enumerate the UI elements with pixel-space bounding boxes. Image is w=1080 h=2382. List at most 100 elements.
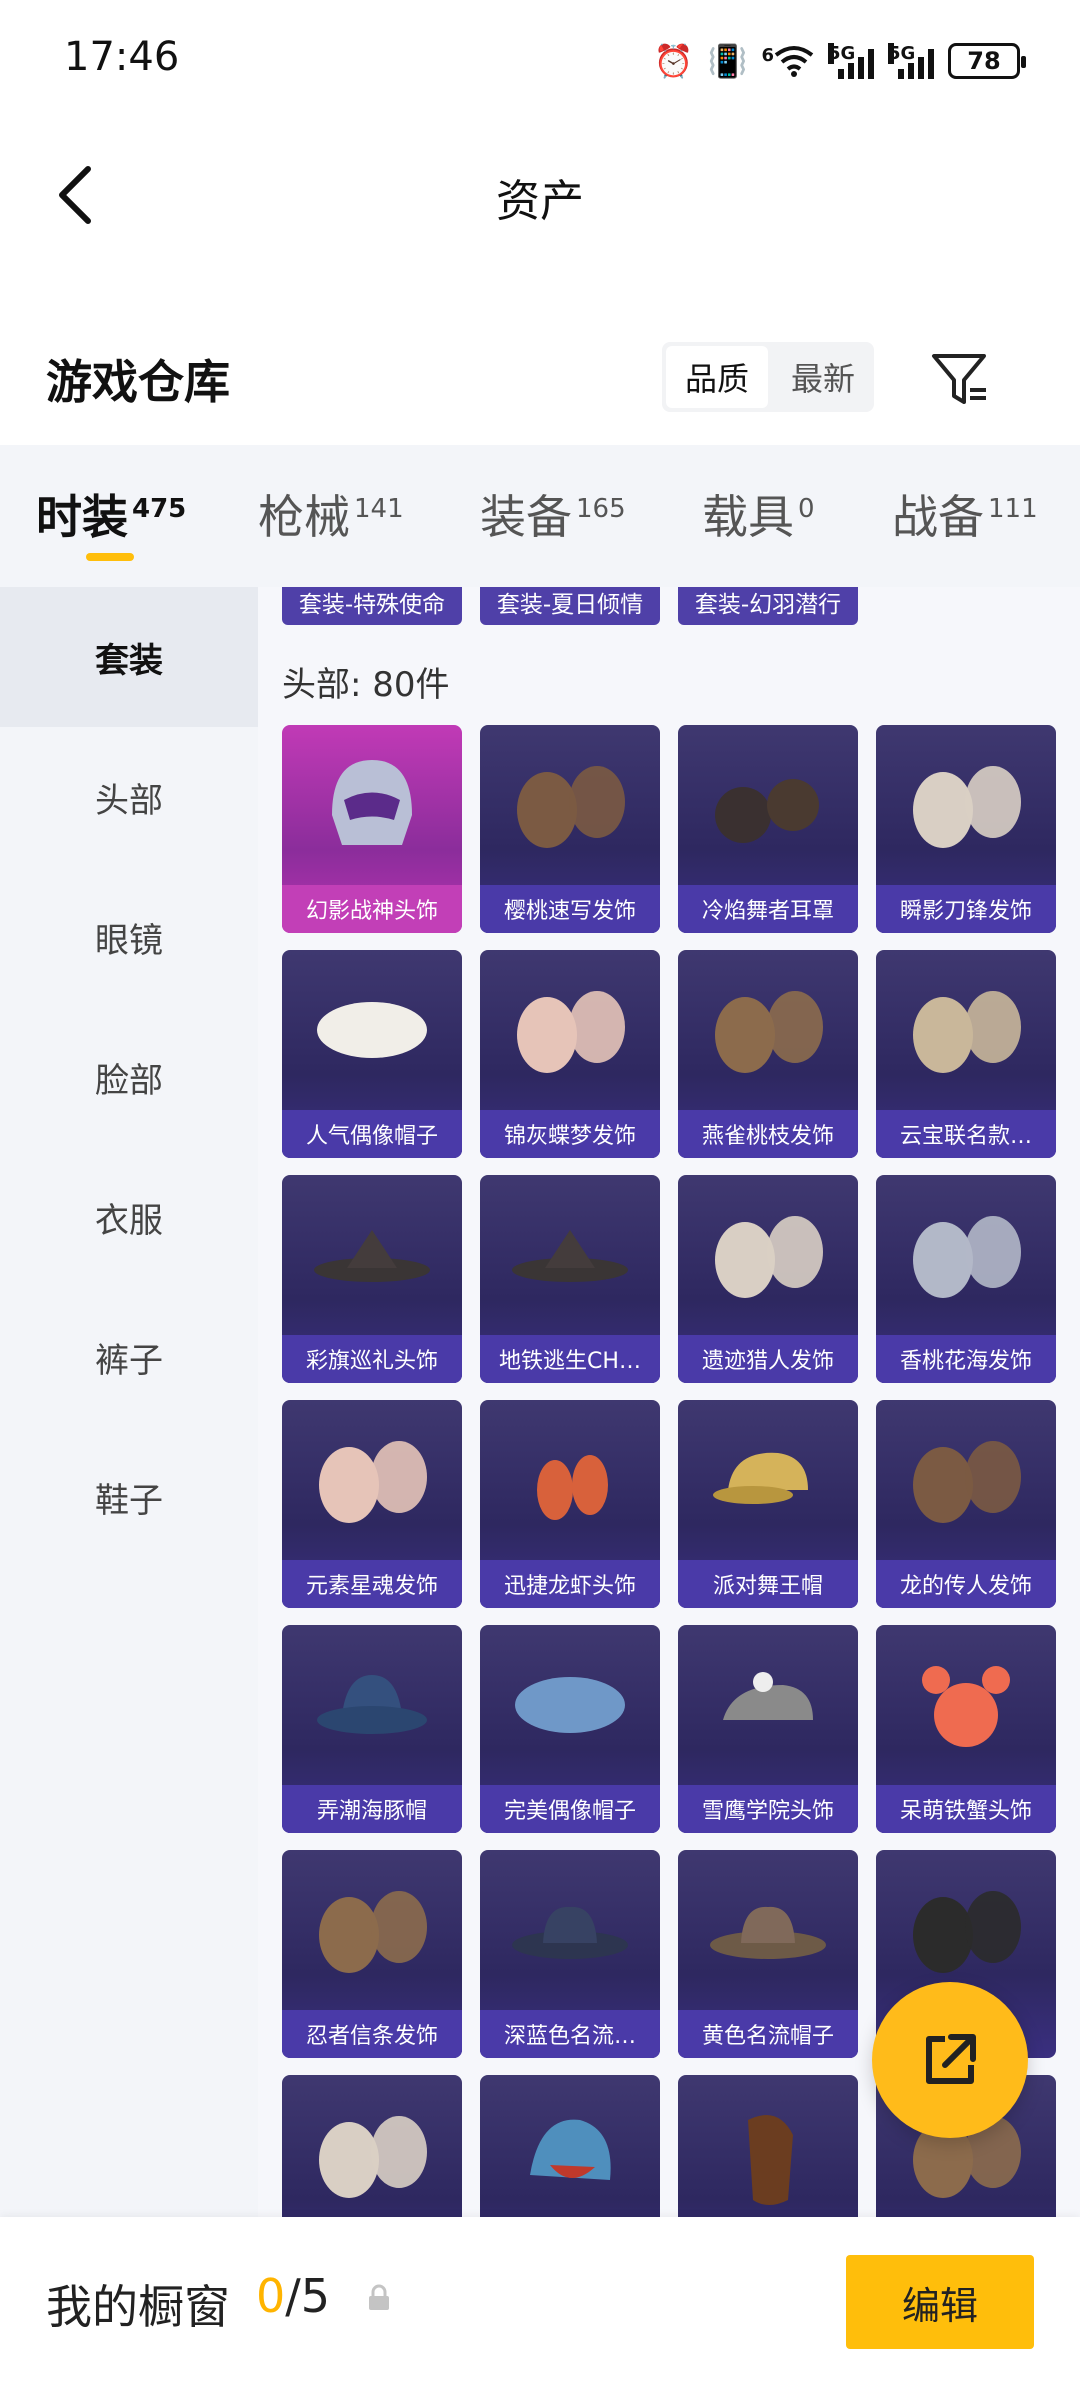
hair-icon	[876, 725, 1056, 885]
active-tab-indicator	[86, 553, 134, 561]
item-name: 呆萌铁蟹头饰	[876, 1785, 1056, 1833]
sort-quality-button[interactable]: 品质	[666, 346, 768, 408]
showcase-count: 0/5	[256, 2269, 330, 2323]
tab-label: 枪械	[258, 490, 350, 544]
beret-icon	[282, 950, 462, 1110]
sort-newest-button[interactable]: 最新	[772, 342, 874, 412]
signal-icon-2: 5G	[888, 43, 934, 79]
item-card[interactable]: 锦灰蝶梦发饰	[480, 950, 660, 1158]
section-title: 游戏仓库	[46, 355, 230, 409]
status-time: 17:46	[64, 34, 180, 80]
item-name: 地铁逃生CH…	[480, 1335, 660, 1383]
item-card[interactable]: 完美偶像帽子	[480, 1625, 660, 1833]
item-name: 雪鹰学院头饰	[678, 1785, 858, 1833]
item-card[interactable]: 幻影战神头饰	[282, 725, 462, 933]
item-name: 燕雀桃枝发饰	[678, 1110, 858, 1158]
hair-icon	[876, 1400, 1056, 1560]
item-card[interactable]	[480, 2075, 660, 2217]
sidebar: 套装 头部 眼镜 脸部 衣服 裤子 鞋子	[0, 587, 258, 2217]
beret-icon	[480, 1625, 660, 1785]
sidebar-item-pants[interactable]: 裤子	[0, 1287, 258, 1427]
hair-icon	[876, 1175, 1056, 1335]
hair-icon	[678, 1175, 858, 1335]
item-card[interactable]: 黄色名流帽子	[678, 1850, 858, 2058]
hair-icon	[678, 950, 858, 1110]
lock-icon	[369, 2284, 389, 2310]
tab-label: 时装	[36, 490, 128, 544]
tab-fashion[interactable]: 时装 475	[36, 481, 186, 547]
suit-chip[interactable]: 套装-特殊使命	[282, 587, 462, 625]
item-card[interactable]: 樱桃速写发饰	[480, 725, 660, 933]
section-header: 游戏仓库 品质 最新	[0, 320, 1080, 440]
item-card[interactable]: 云宝联名款…	[876, 950, 1056, 1158]
fedora-icon	[678, 1850, 858, 2010]
item-card[interactable]: 呆萌铁蟹头饰	[876, 1625, 1056, 1833]
network-type-label: 5G	[888, 43, 916, 64]
item-card[interactable]: 燕雀桃枝发饰	[678, 950, 858, 1158]
item-name: 元素星魂发饰	[282, 1560, 462, 1608]
item-card[interactable]: 人气偶像帽子	[282, 950, 462, 1158]
tab-label: 战备	[892, 490, 984, 544]
suit-chip[interactable]: 套装-幻羽潜行	[678, 587, 858, 625]
item-name: 迅捷龙虾头饰	[480, 1560, 660, 1608]
crab-icon	[876, 1625, 1056, 1785]
tab-count: 475	[132, 493, 187, 524]
item-name: 香桃花海发饰	[876, 1335, 1056, 1383]
item-card[interactable]	[282, 2075, 462, 2217]
page-title: 资产	[496, 176, 584, 227]
item-card[interactable]: 龙的传人发饰	[876, 1400, 1056, 1608]
filter-button[interactable]	[924, 344, 994, 414]
network-type-label: 5G	[828, 43, 856, 64]
item-name: 幻影战神头饰	[282, 885, 462, 933]
sidebar-item-head[interactable]: 头部	[0, 727, 258, 867]
sidebar-item-face[interactable]: 脸部	[0, 1007, 258, 1147]
item-name: 瞬影刀锋发饰	[876, 885, 1056, 933]
category-tabs: 时装 475 枪械 141 装备 165 载具 0 战备 111	[0, 445, 1080, 587]
tab-count: 111	[988, 493, 1038, 524]
item-card[interactable]: 派对舞王帽	[678, 1400, 858, 1608]
signal-icon-1: 5G	[828, 43, 874, 79]
item-card[interactable]: 冷焰舞者耳罩	[678, 725, 858, 933]
tab-supplies[interactable]: 战备 111	[892, 481, 1038, 547]
item-name: 龙的传人发饰	[876, 1560, 1056, 1608]
tab-equipment[interactable]: 装备 165	[480, 481, 626, 547]
sort-toggle: 品质 最新	[662, 342, 874, 412]
sidebar-item-clothes[interactable]: 衣服	[0, 1147, 258, 1287]
status-bar: 17:46 ⏰ 📳 6 5G 5G 78	[0, 0, 1080, 125]
item-card[interactable]: 香桃花海发饰	[876, 1175, 1056, 1383]
sidebar-item-glasses[interactable]: 眼镜	[0, 867, 258, 1007]
item-card[interactable]: 瞬影刀锋发饰	[876, 725, 1056, 933]
item-card[interactable]: 弄潮海豚帽	[282, 1625, 462, 1833]
hair-icon	[480, 725, 660, 885]
sidebar-item-suit[interactable]: 套装	[0, 587, 258, 727]
item-card[interactable]: 雪鹰学院头饰	[678, 1625, 858, 1833]
item-card[interactable]: 地铁逃生CH…	[480, 1175, 660, 1383]
cap-icon	[678, 1400, 858, 1560]
hair-icon	[480, 950, 660, 1110]
item-card[interactable]: 元素星魂发饰	[282, 1400, 462, 1608]
tab-vehicles[interactable]: 载具 0	[702, 481, 815, 547]
edit-button[interactable]: 编辑	[846, 2255, 1034, 2349]
tab-count: 141	[354, 493, 404, 524]
nav-bar: 资产	[0, 125, 1080, 255]
item-card[interactable]: 遗迹猎人发饰	[678, 1175, 858, 1383]
item-card[interactable]: 深蓝色名流…	[480, 1850, 660, 2058]
suit-chip[interactable]: 套装-夏日倾情	[480, 587, 660, 625]
hair-icon	[282, 1400, 462, 1560]
showcase-total: /5	[285, 2269, 331, 2323]
fedora-icon	[480, 1850, 660, 2010]
share-fab[interactable]	[872, 1982, 1028, 2138]
item-name: 云宝联名款…	[876, 1110, 1056, 1158]
item-card[interactable]: 忍者信条发饰	[282, 1850, 462, 2058]
vibrate-icon: 📳	[707, 42, 748, 80]
item-card[interactable]	[678, 2075, 858, 2217]
tab-guns[interactable]: 枪械 141	[258, 481, 404, 547]
item-name: 遗迹猎人发饰	[678, 1335, 858, 1383]
item-card[interactable]: 彩旗巡礼头饰	[282, 1175, 462, 1383]
item-name: 樱桃速写发饰	[480, 885, 660, 933]
item-card[interactable]: 迅捷龙虾头饰	[480, 1400, 660, 1608]
item-name: 黄色名流帽子	[678, 2010, 858, 2058]
sidebar-item-shoes[interactable]: 鞋子	[0, 1427, 258, 1567]
item-name: 深蓝色名流…	[480, 2010, 660, 2058]
headset-icon	[678, 725, 858, 885]
